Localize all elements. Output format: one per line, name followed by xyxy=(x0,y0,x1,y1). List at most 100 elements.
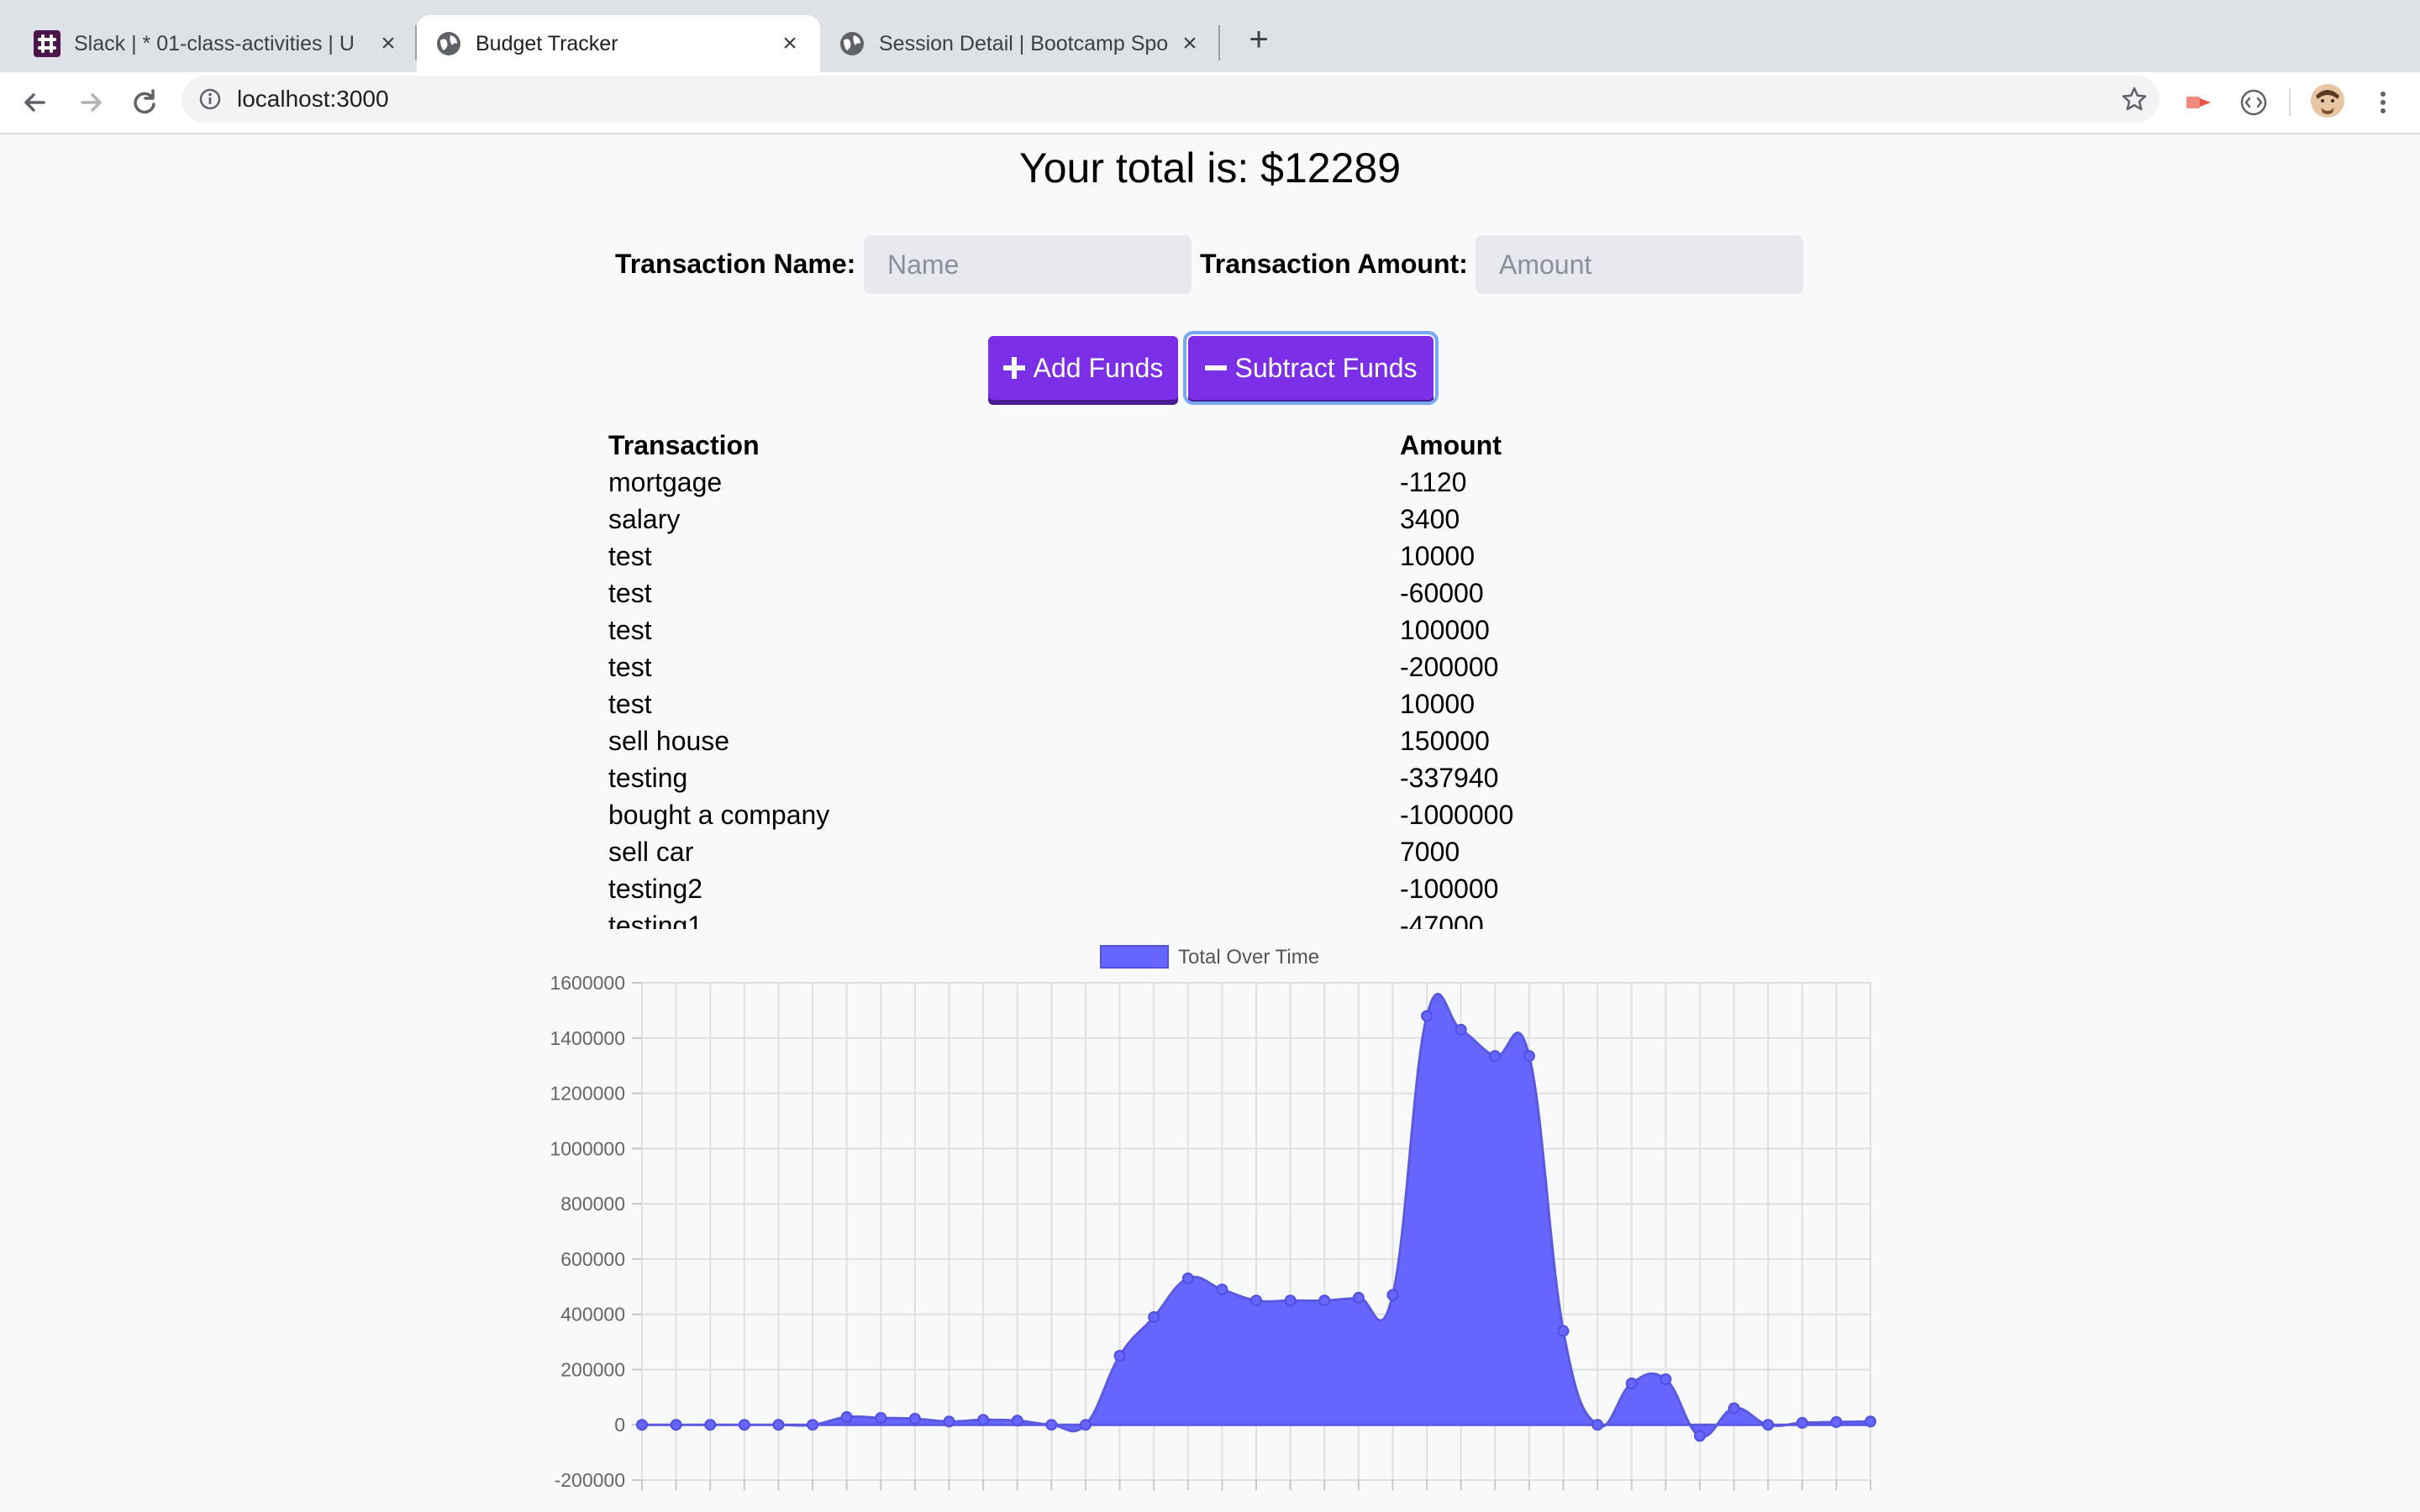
transaction-name: test xyxy=(608,614,652,645)
transaction-name: testing2 xyxy=(608,873,703,904)
data-point[interactable] xyxy=(704,1419,717,1431)
close-icon[interactable]: × xyxy=(1176,30,1203,57)
back-icon[interactable] xyxy=(18,86,52,119)
data-point[interactable] xyxy=(1284,1294,1297,1307)
data-point[interactable] xyxy=(1762,1419,1775,1431)
new-tab-button[interactable]: + xyxy=(1242,23,1276,57)
avatar[interactable] xyxy=(2311,84,2344,118)
data-point[interactable] xyxy=(875,1412,887,1424)
data-point[interactable] xyxy=(772,1419,785,1431)
transaction-name: testing xyxy=(608,762,688,793)
tab-session-detail[interactable]: Session Detail | Bootcamp Spo × xyxy=(820,15,1218,72)
y-tick-label: 200000 xyxy=(560,1358,625,1380)
data-point[interactable] xyxy=(1181,1272,1194,1284)
data-point[interactable] xyxy=(1455,1023,1467,1036)
data-point[interactable] xyxy=(1318,1294,1331,1307)
add-funds-button[interactable]: Add Funds xyxy=(988,336,1178,400)
data-point[interactable] xyxy=(1148,1310,1160,1323)
transaction-amount: -100000 xyxy=(1400,873,1499,904)
transaction-name-input[interactable] xyxy=(864,235,1192,294)
bookmark-star-icon[interactable] xyxy=(2121,86,2148,113)
subtract-funds-label: Subtract Funds xyxy=(1234,352,1418,383)
forward-icon[interactable] xyxy=(74,86,108,119)
table-row: test -60000 xyxy=(608,575,1513,612)
data-point[interactable] xyxy=(943,1415,955,1428)
total-over-time-chart: Total Over Time 1600000 1400000 1200000 100… xyxy=(550,945,1876,1491)
tab-budget-tracker[interactable]: Budget Tracker × xyxy=(417,15,820,72)
data-point[interactable] xyxy=(1489,1050,1502,1063)
data-point[interactable] xyxy=(1045,1419,1058,1431)
data-point[interactable] xyxy=(1523,1050,1535,1063)
data-point[interactable] xyxy=(1386,1289,1399,1301)
data-point[interactable] xyxy=(1796,1416,1808,1429)
data-point[interactable] xyxy=(1352,1291,1365,1304)
reload-icon[interactable] xyxy=(128,86,161,119)
chart-legend[interactable]: Total Over Time xyxy=(1100,945,1319,969)
globe-icon xyxy=(840,32,864,55)
transaction-amount: 7000 xyxy=(1400,836,1460,867)
transaction-name: salary xyxy=(608,503,681,534)
data-point[interactable] xyxy=(1113,1350,1126,1362)
data-point[interactable] xyxy=(1660,1373,1672,1385)
transaction-name: test xyxy=(608,688,652,719)
transactions-table-container[interactable]: Transaction Amount mortgage -1120 salary 3… xyxy=(608,427,1785,930)
y-tick-label: 400000 xyxy=(560,1304,625,1326)
transaction-name: test xyxy=(608,540,652,571)
y-tick-label: 1400000 xyxy=(550,1027,625,1049)
close-icon[interactable]: × xyxy=(375,30,402,57)
table-row: bought a company -1000000 xyxy=(608,796,1513,833)
tab-title: Session Detail | Bootcamp Spo xyxy=(879,32,1169,55)
menu-icon[interactable] xyxy=(2368,87,2398,118)
transaction-name: bought a company xyxy=(608,799,830,830)
address-bar[interactable]: localhost:3000 xyxy=(182,76,2160,123)
transaction-amount: 150000 xyxy=(1400,725,1490,756)
data-point[interactable] xyxy=(1421,1010,1434,1022)
close-icon[interactable]: × xyxy=(776,30,803,57)
y-tick-label: 800000 xyxy=(560,1193,625,1215)
data-point[interactable] xyxy=(1250,1294,1262,1307)
data-point[interactable] xyxy=(670,1419,682,1431)
transaction-amount: 10000 xyxy=(1400,540,1475,571)
extension-code-icon[interactable] xyxy=(2238,87,2269,118)
url-text: localhost:3000 xyxy=(237,86,389,112)
data-point[interactable] xyxy=(1830,1415,1843,1428)
data-point[interactable] xyxy=(1079,1419,1092,1431)
table-row: test 10000 xyxy=(608,538,1513,575)
data-point[interactable] xyxy=(738,1419,750,1431)
data-point[interactable] xyxy=(1728,1402,1740,1415)
y-tick-label: 1600000 xyxy=(550,972,625,994)
table-row: salary 3400 xyxy=(608,501,1513,538)
info-icon[interactable] xyxy=(198,87,222,111)
data-point[interactable] xyxy=(1011,1415,1023,1427)
tab-slack[interactable]: Slack | * 01-class-activities | U × xyxy=(15,15,413,72)
data-point[interactable] xyxy=(1625,1377,1638,1389)
table-header-row: Transaction Amount xyxy=(608,427,1513,464)
data-point[interactable] xyxy=(807,1419,819,1431)
transaction-amount-label: Transaction Amount: xyxy=(1200,249,1468,279)
transaction-amount: -60000 xyxy=(1400,577,1484,608)
total-heading: Your total is: $12289 xyxy=(1018,144,1402,192)
data-point[interactable] xyxy=(1557,1325,1570,1337)
table-row: sell house 150000 xyxy=(608,722,1513,759)
table-row: test 100000 xyxy=(608,612,1513,648)
transaction-amount-input[interactable] xyxy=(1476,235,1803,294)
transaction-name: test xyxy=(608,577,652,608)
data-point[interactable] xyxy=(1216,1284,1228,1296)
transaction-amount: -47000 xyxy=(1400,910,1484,930)
minus-icon xyxy=(1204,365,1227,370)
data-point[interactable] xyxy=(1865,1415,1876,1428)
data-point[interactable] xyxy=(908,1412,921,1425)
y-tick-label: -200000 xyxy=(555,1469,625,1491)
data-point[interactable] xyxy=(1591,1419,1604,1431)
table-row: testing -337940 xyxy=(608,759,1513,796)
data-point[interactable] xyxy=(977,1414,990,1426)
amount-column-header: Amount xyxy=(1400,429,1502,460)
table-row: testing2 -100000 xyxy=(608,870,1513,907)
subtract-funds-button[interactable]: Subtract Funds xyxy=(1183,331,1439,405)
transaction-amount: -1000000 xyxy=(1400,799,1514,830)
extension-cast-icon[interactable] xyxy=(2183,87,2213,118)
data-point[interactable] xyxy=(1693,1430,1706,1442)
data-point[interactable] xyxy=(636,1419,648,1431)
data-point[interactable] xyxy=(840,1411,853,1424)
table-row: test 10000 xyxy=(608,685,1513,722)
